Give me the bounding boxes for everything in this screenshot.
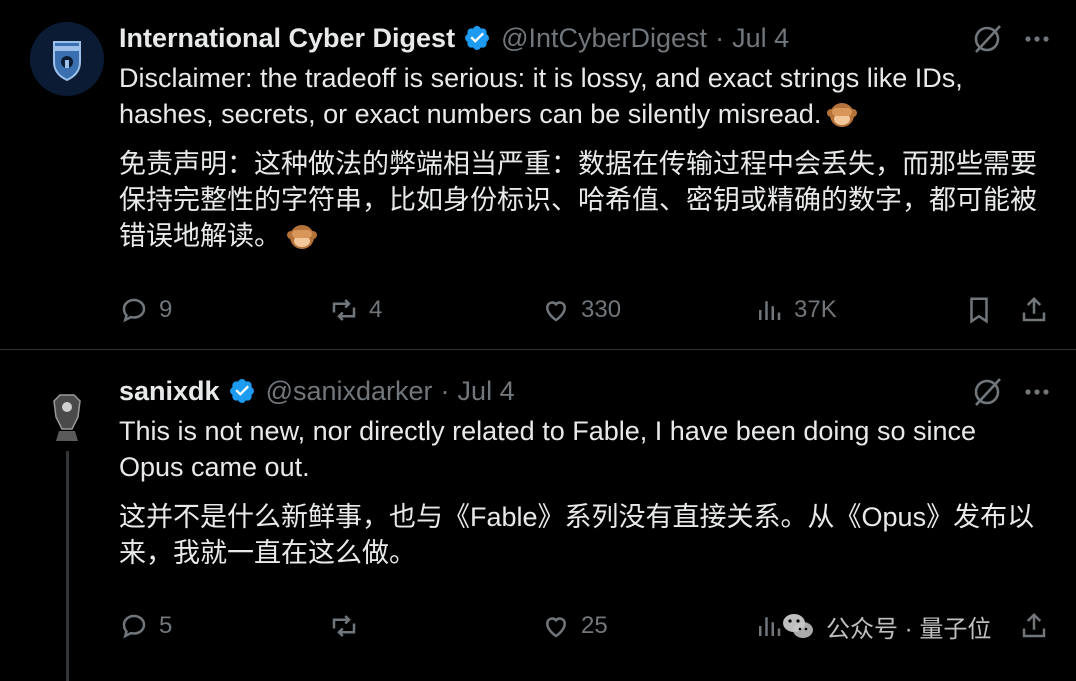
more-icon[interactable]: [1020, 22, 1054, 56]
tweet-text-en: This is not new, nor directly related to…: [119, 416, 976, 482]
like-icon: [545, 617, 567, 638]
wechat-icon: [783, 614, 813, 638]
separator: ·: [715, 22, 725, 53]
thread-line: [66, 451, 69, 681]
reply-button[interactable]: 5: [119, 606, 172, 646]
timestamp[interactable]: Jul 4: [732, 23, 789, 54]
tweet-text-zh: 这并不是什么新鲜事，也与《Fable》系列没有直接关系。从《Opus》发布以来，…: [119, 502, 1035, 568]
tweet-text-en: Disclaimer: the tradeoff is serious: it …: [119, 60, 1039, 132]
grok-icon[interactable]: [970, 22, 1004, 56]
share-icon: [1022, 612, 1046, 638]
timestamp[interactable]: Jul 4: [458, 376, 515, 407]
display-name[interactable]: International Cyber Digest: [119, 23, 455, 54]
reply-count: 5: [159, 612, 173, 639]
reply-count: 9: [159, 296, 173, 323]
see-no-evil-monkey-icon: [827, 103, 858, 127]
grok-icon[interactable]: [970, 375, 1004, 409]
reply-button[interactable]: 9: [119, 290, 172, 330]
reply-icon: [122, 298, 146, 323]
repost-icon: [332, 615, 356, 637]
tweet-actions: 9 4 330 37K: [119, 290, 1054, 330]
bookmark-button[interactable]: [964, 290, 994, 330]
share-icon: [1022, 296, 1046, 322]
reply-icon: [122, 614, 146, 639]
views-icon: [759, 301, 781, 320]
repost-button[interactable]: [329, 606, 359, 646]
tweet-divider: [0, 349, 1076, 350]
handle[interactable]: @IntCyberDigest: [501, 23, 707, 54]
see-no-evil-monkey-icon: [287, 225, 317, 249]
like-icon: [545, 301, 567, 322]
like-count: 25: [581, 612, 608, 639]
share-button[interactable]: [1019, 290, 1049, 330]
wechat-watermark: 公众号 · 量子位: [780, 608, 991, 644]
tweet-header: International Cyber Digest @IntCyberDige…: [119, 18, 789, 58]
bookmark-icon: [970, 297, 988, 324]
tweet-header: sanixdk @sanixdarker · Jul 4: [119, 371, 515, 411]
watermark-text: 公众号 · 量子位: [826, 615, 992, 643]
like-button[interactable]: 330: [541, 290, 621, 330]
tweet-text-zh: 免责声明：这种做法的弊端相当严重：数据在传输过程中会丢失，而那些需要保持完整性的…: [119, 146, 1039, 254]
separator: ·: [440, 375, 450, 406]
handle[interactable]: @sanixdarker: [266, 376, 433, 407]
verified-badge-icon: [465, 26, 490, 50]
shield-logo-icon: [30, 22, 104, 96]
repost-count: 4: [369, 296, 383, 323]
repost-button[interactable]: 4: [329, 290, 382, 330]
avatar[interactable]: [30, 22, 104, 96]
like-button[interactable]: 25: [541, 606, 608, 646]
views-button[interactable]: 37K: [754, 290, 837, 330]
views-count: 37K: [794, 296, 837, 323]
repost-icon: [332, 299, 356, 321]
display-name[interactable]: sanixdk: [119, 376, 220, 407]
avatar[interactable]: [30, 371, 104, 445]
tweet-text-zh-content: 免责声明：这种做法的弊端相当严重：数据在传输过程中会丢失，而那些需要保持完整性的…: [119, 149, 1037, 251]
verified-badge-icon: [229, 379, 254, 403]
like-count: 330: [581, 296, 622, 323]
tweet-1[interactable]: International Cyber Digest @IntCyberDige…: [0, 0, 1076, 350]
share-button[interactable]: [1019, 606, 1049, 646]
avatar-figure-icon: [30, 371, 104, 445]
more-icon[interactable]: [1020, 375, 1054, 409]
